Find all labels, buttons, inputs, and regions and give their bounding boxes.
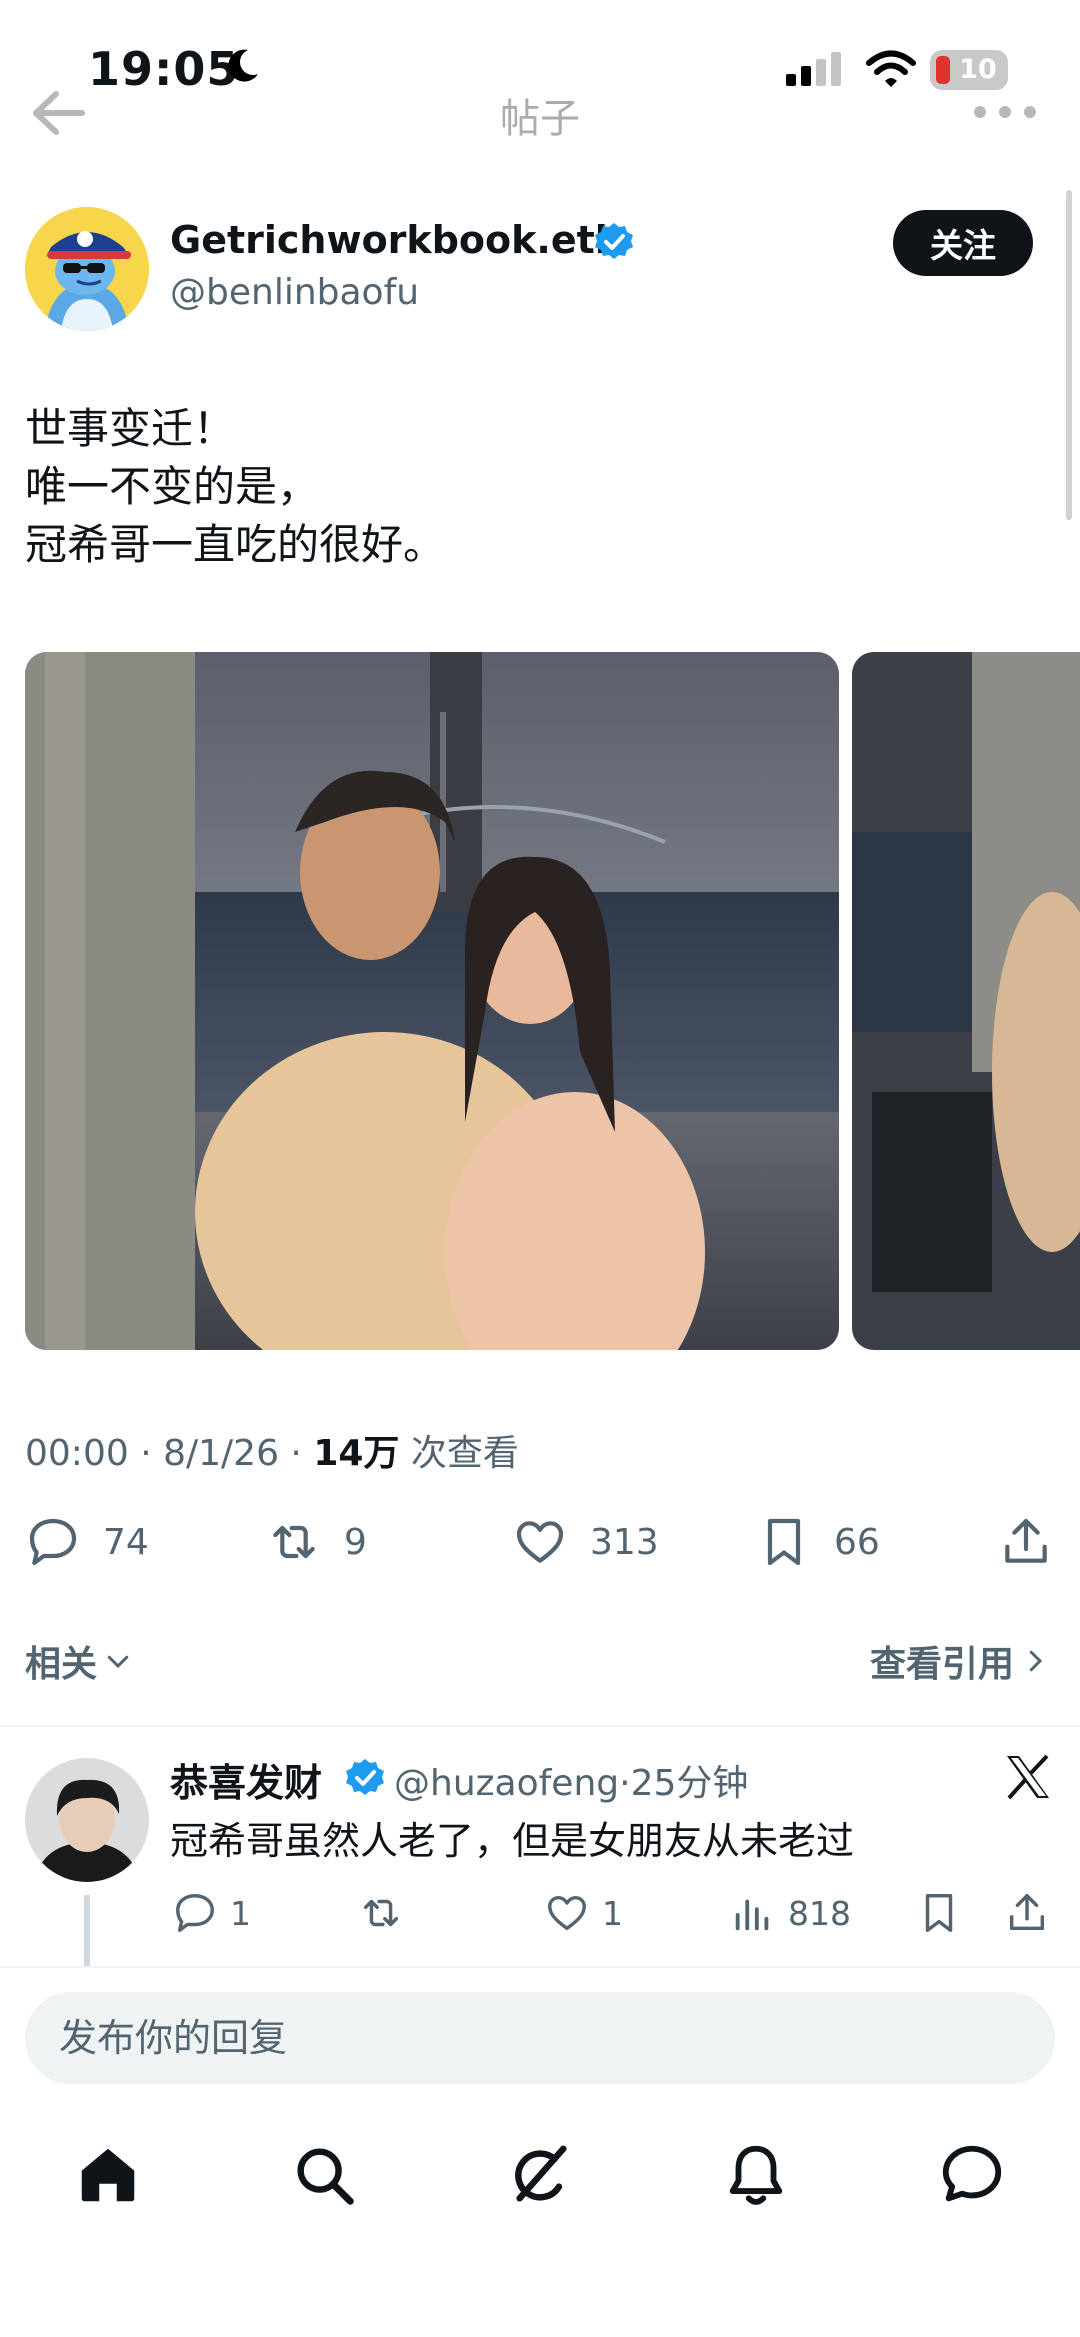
reply-view-count: 818 xyxy=(788,1893,851,1933)
reply-reply-button[interactable]: 1 xyxy=(172,1885,251,1941)
tab-messages[interactable] xyxy=(937,2140,1007,2210)
scrollbar[interactable] xyxy=(1066,190,1072,520)
like-button[interactable]: 313 xyxy=(512,1512,659,1572)
battery-indicator: 10 xyxy=(930,50,1008,90)
reply-author-avatar[interactable] xyxy=(25,1758,149,1882)
post-photo-1[interactable] xyxy=(25,652,839,1350)
verified-badge-icon xyxy=(346,1759,384,1795)
chevron-down-icon xyxy=(107,1655,129,1669)
reply-like-button[interactable]: 1 xyxy=(544,1885,623,1941)
search-icon xyxy=(297,2148,354,2205)
reply-count: 74 xyxy=(103,1521,149,1563)
reply-views-button[interactable]: 818 xyxy=(730,1885,851,1941)
reply-handle: @huzaofeng xyxy=(394,1763,620,1804)
repost-icon xyxy=(273,1525,315,1559)
reply-icon xyxy=(176,1894,214,1932)
post-text: 世事变迁！ 唯一不变的是， 冠希哥一直吃的很好。 xyxy=(25,404,446,569)
author-display-name[interactable]: Getrichworkbook.eth xyxy=(170,218,622,262)
messages-icon xyxy=(942,2145,1002,2202)
moon-icon xyxy=(228,49,258,82)
related-label: 相关 xyxy=(25,1644,98,1685)
tab-search[interactable] xyxy=(289,2140,359,2210)
reply-share-button[interactable] xyxy=(1004,1885,1062,1941)
reply-button[interactable]: 74 xyxy=(25,1512,149,1572)
repost-icon xyxy=(363,1899,399,1927)
reply-time: 25分钟 xyxy=(630,1763,749,1804)
view-quotes-label: 查看引用 xyxy=(869,1644,1014,1685)
post-photo-2[interactable] xyxy=(852,652,1080,1350)
view-label: 次查看 xyxy=(410,1433,519,1474)
reply-repost-button[interactable] xyxy=(358,1885,416,1941)
heart-icon xyxy=(516,1521,564,1563)
reply-reply-count: 1 xyxy=(230,1893,251,1933)
signal-icon xyxy=(786,52,841,86)
reply-text: 冠希哥虽然人老了，但是女朋友从未老过 xyxy=(170,1819,855,1863)
reply-author-name[interactable]: 恭喜发财 xyxy=(170,1752,322,1807)
bookmark-icon xyxy=(767,1518,801,1566)
bookmark-icon xyxy=(925,1894,953,1932)
notifications-icon xyxy=(729,2145,783,2205)
chevron-right-icon xyxy=(1029,1650,1043,1672)
share-button[interactable] xyxy=(998,1512,1076,1572)
share-icon xyxy=(1005,1518,1047,1563)
post-meta: 00:00 · 8/1/26 · 14万 次查看 xyxy=(25,1433,519,1474)
view-quotes-link[interactable]: 查看引用 xyxy=(870,1635,1050,1687)
grok-icon xyxy=(515,2145,567,2202)
repost-button[interactable]: 9 xyxy=(266,1512,367,1572)
post-date: 8/1/26 xyxy=(163,1433,279,1474)
divider xyxy=(0,1966,1080,1968)
tab-home[interactable] xyxy=(73,2140,143,2210)
more-options-icon[interactable] xyxy=(970,100,1040,124)
reply-icon xyxy=(29,1518,77,1566)
reply-bookmark-button[interactable] xyxy=(916,1885,974,1941)
tab-grok[interactable] xyxy=(505,2140,575,2210)
author-avatar[interactable] xyxy=(25,207,149,331)
tab-notifications[interactable] xyxy=(721,2140,791,2210)
view-count: 14万 xyxy=(313,1433,400,1474)
author-handle[interactable]: @benlinbaofu xyxy=(170,272,419,313)
thread-line xyxy=(84,1895,90,1967)
repost-count: 9 xyxy=(344,1521,367,1563)
reply-composer[interactable] xyxy=(25,1992,1055,2084)
x-logo-icon xyxy=(1007,1754,1049,1800)
divider xyxy=(0,1725,1080,1727)
verified-badge-icon xyxy=(595,223,633,259)
share-icon xyxy=(1009,1894,1045,1931)
follow-button[interactable]: 关注 xyxy=(893,210,1033,276)
reply-input[interactable] xyxy=(25,1992,1055,2084)
bookmark-button[interactable]: 66 xyxy=(756,1512,880,1572)
reply-handle-time[interactable]: @huzaofeng·25分钟 xyxy=(394,1754,748,1806)
reply-like-count: 1 xyxy=(602,1893,623,1933)
heart-icon xyxy=(548,1895,586,1931)
related-toggle[interactable]: 相关 xyxy=(25,1635,133,1687)
post-time: 00:00 xyxy=(25,1433,129,1474)
bookmark-count: 66 xyxy=(834,1521,880,1563)
wifi-icon xyxy=(866,50,916,87)
like-count: 313 xyxy=(590,1521,659,1563)
views-bar-icon xyxy=(735,1899,769,1931)
page-title: 帖子 xyxy=(500,96,580,142)
home-icon xyxy=(81,2148,135,2202)
